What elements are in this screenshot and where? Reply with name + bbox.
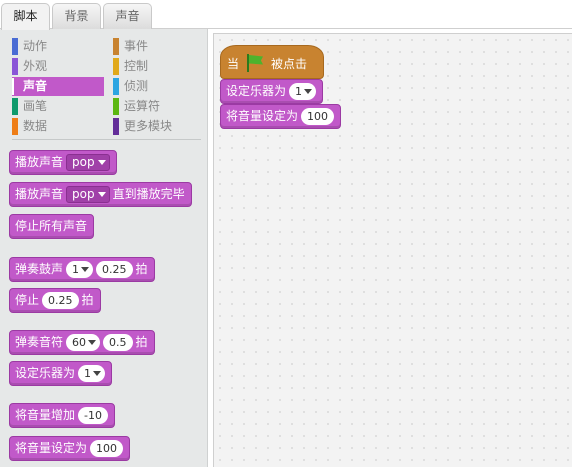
category-color-swatch bbox=[12, 38, 18, 55]
dropdown-arrow-icon bbox=[81, 267, 90, 272]
category-sensing[interactable]: 侦测 bbox=[113, 77, 203, 96]
beats-input[interactable]: 0.25 bbox=[96, 261, 133, 278]
category-label: 动作 bbox=[23, 39, 48, 53]
beats-input[interactable]: 0.25 bbox=[42, 292, 79, 309]
hat-label: 被点击 bbox=[271, 57, 308, 71]
category-sound[interactable]: 声音 bbox=[12, 77, 104, 96]
drum-dropdown[interactable]: 1 bbox=[66, 261, 94, 278]
green-flag-icon bbox=[245, 54, 265, 72]
block-label: 将音量设定为 bbox=[15, 441, 88, 455]
tab-backdrops[interactable]: 背景 bbox=[52, 3, 101, 29]
block-label: 将音量增加 bbox=[15, 408, 76, 422]
category-label: 外观 bbox=[23, 59, 48, 73]
block-play-sound-until-done[interactable]: 播放声音 pop 直到播放完毕 bbox=[9, 182, 192, 207]
category-color-swatch bbox=[113, 58, 119, 75]
dropdown-arrow-icon bbox=[93, 371, 102, 376]
volume-input[interactable]: 100 bbox=[90, 440, 124, 457]
hat-label: 当 bbox=[227, 57, 240, 71]
block-label: 直到播放完毕 bbox=[112, 187, 185, 201]
block-play-sound[interactable]: 播放声音 pop bbox=[9, 150, 117, 175]
volume-input[interactable]: 100 bbox=[301, 108, 335, 125]
block-change-volume[interactable]: 将音量增加 -10 bbox=[9, 403, 115, 428]
category-pen[interactable]: 画笔 bbox=[12, 97, 104, 116]
block-set-volume[interactable]: 将音量设定为 100 bbox=[9, 436, 131, 461]
category-label: 更多模块 bbox=[124, 119, 173, 133]
dropdown-value: pop bbox=[72, 187, 95, 201]
category-color-swatch bbox=[12, 118, 18, 135]
note-dropdown[interactable]: 60 bbox=[66, 334, 101, 351]
category-color-swatch bbox=[12, 98, 18, 115]
tab-bar: 脚本 背景 声音 bbox=[0, 0, 572, 30]
block-stop-all-sounds[interactable]: 停止所有声音 bbox=[9, 214, 95, 239]
dropdown-arrow-icon bbox=[97, 192, 106, 197]
dropdown-value: 60 bbox=[72, 336, 87, 349]
dropdown-value: 1 bbox=[295, 85, 303, 98]
block-play-drum[interactable]: 弹奏鼓声 1 0.25 拍 bbox=[9, 257, 155, 282]
category-control[interactable]: 控制 bbox=[113, 57, 203, 76]
block-palette: 动作 外观 声音 画笔 数据 事件 控制 侦测 运算符 更多模块 播放声音 po… bbox=[0, 29, 208, 467]
block-label: 停止所有声音 bbox=[15, 219, 88, 233]
category-label: 事件 bbox=[124, 39, 149, 53]
palette-divider bbox=[12, 139, 201, 140]
block-label: 拍 bbox=[135, 262, 148, 276]
category-data[interactable]: 数据 bbox=[12, 117, 104, 136]
block-label: 拍 bbox=[135, 335, 148, 349]
tab-scripts[interactable]: 脚本 bbox=[1, 3, 50, 30]
script-set-instrument-block[interactable]: 设定乐器为 1 bbox=[220, 79, 324, 104]
category-color-swatch bbox=[113, 78, 119, 95]
category-operators[interactable]: 运算符 bbox=[113, 97, 203, 116]
instrument-dropdown[interactable]: 1 bbox=[78, 365, 106, 382]
dropdown-arrow-icon bbox=[97, 160, 106, 165]
block-label: 播放声音 bbox=[15, 187, 64, 201]
category-color-swatch bbox=[113, 98, 119, 115]
block-label: 弹奏鼓声 bbox=[15, 262, 64, 276]
dropdown-arrow-icon bbox=[88, 340, 97, 345]
category-events[interactable]: 事件 bbox=[113, 37, 203, 56]
script-set-volume-block[interactable]: 将音量设定为 100 bbox=[220, 104, 342, 129]
block-label: 设定乐器为 bbox=[15, 366, 76, 380]
instrument-dropdown[interactable]: 1 bbox=[289, 83, 317, 100]
dropdown-arrow-icon bbox=[304, 89, 313, 94]
sound-dropdown[interactable]: pop bbox=[66, 154, 110, 171]
when-flag-clicked-hat-block[interactable]: 当 被点击 bbox=[220, 45, 324, 79]
category-color-swatch bbox=[113, 38, 119, 55]
category-label: 声音 bbox=[23, 79, 48, 93]
block-label: 弹奏音符 bbox=[15, 335, 64, 349]
category-more-blocks[interactable]: 更多模块 bbox=[113, 117, 203, 136]
sound-dropdown[interactable]: pop bbox=[66, 186, 110, 203]
category-color-swatch bbox=[12, 58, 18, 75]
tab-sounds[interactable]: 声音 bbox=[103, 3, 152, 29]
block-set-instrument[interactable]: 设定乐器为 1 bbox=[9, 361, 113, 386]
category-label: 画笔 bbox=[23, 99, 48, 113]
category-motion[interactable]: 动作 bbox=[12, 37, 104, 56]
category-color-swatch bbox=[12, 78, 14, 95]
block-play-note[interactable]: 弹奏音符 60 0.5 拍 bbox=[9, 330, 155, 355]
category-label: 侦测 bbox=[124, 79, 149, 93]
volume-change-input[interactable]: -10 bbox=[78, 407, 108, 424]
block-label: 停止 bbox=[15, 293, 40, 307]
category-looks[interactable]: 外观 bbox=[12, 57, 104, 76]
block-label: 播放声音 bbox=[15, 155, 64, 169]
category-color-swatch bbox=[113, 118, 119, 135]
block-label: 将音量设定为 bbox=[226, 109, 299, 123]
dropdown-value: 1 bbox=[72, 263, 80, 276]
category-label: 控制 bbox=[124, 59, 149, 73]
dropdown-value: pop bbox=[72, 155, 95, 169]
block-rest[interactable]: 停止 0.25 拍 bbox=[9, 288, 101, 313]
dropdown-value: 1 bbox=[84, 367, 92, 380]
block-label: 拍 bbox=[81, 293, 94, 307]
category-label: 数据 bbox=[23, 119, 48, 133]
beats-input[interactable]: 0.5 bbox=[103, 334, 133, 351]
category-label: 运算符 bbox=[124, 99, 161, 113]
block-label: 设定乐器为 bbox=[226, 84, 287, 98]
